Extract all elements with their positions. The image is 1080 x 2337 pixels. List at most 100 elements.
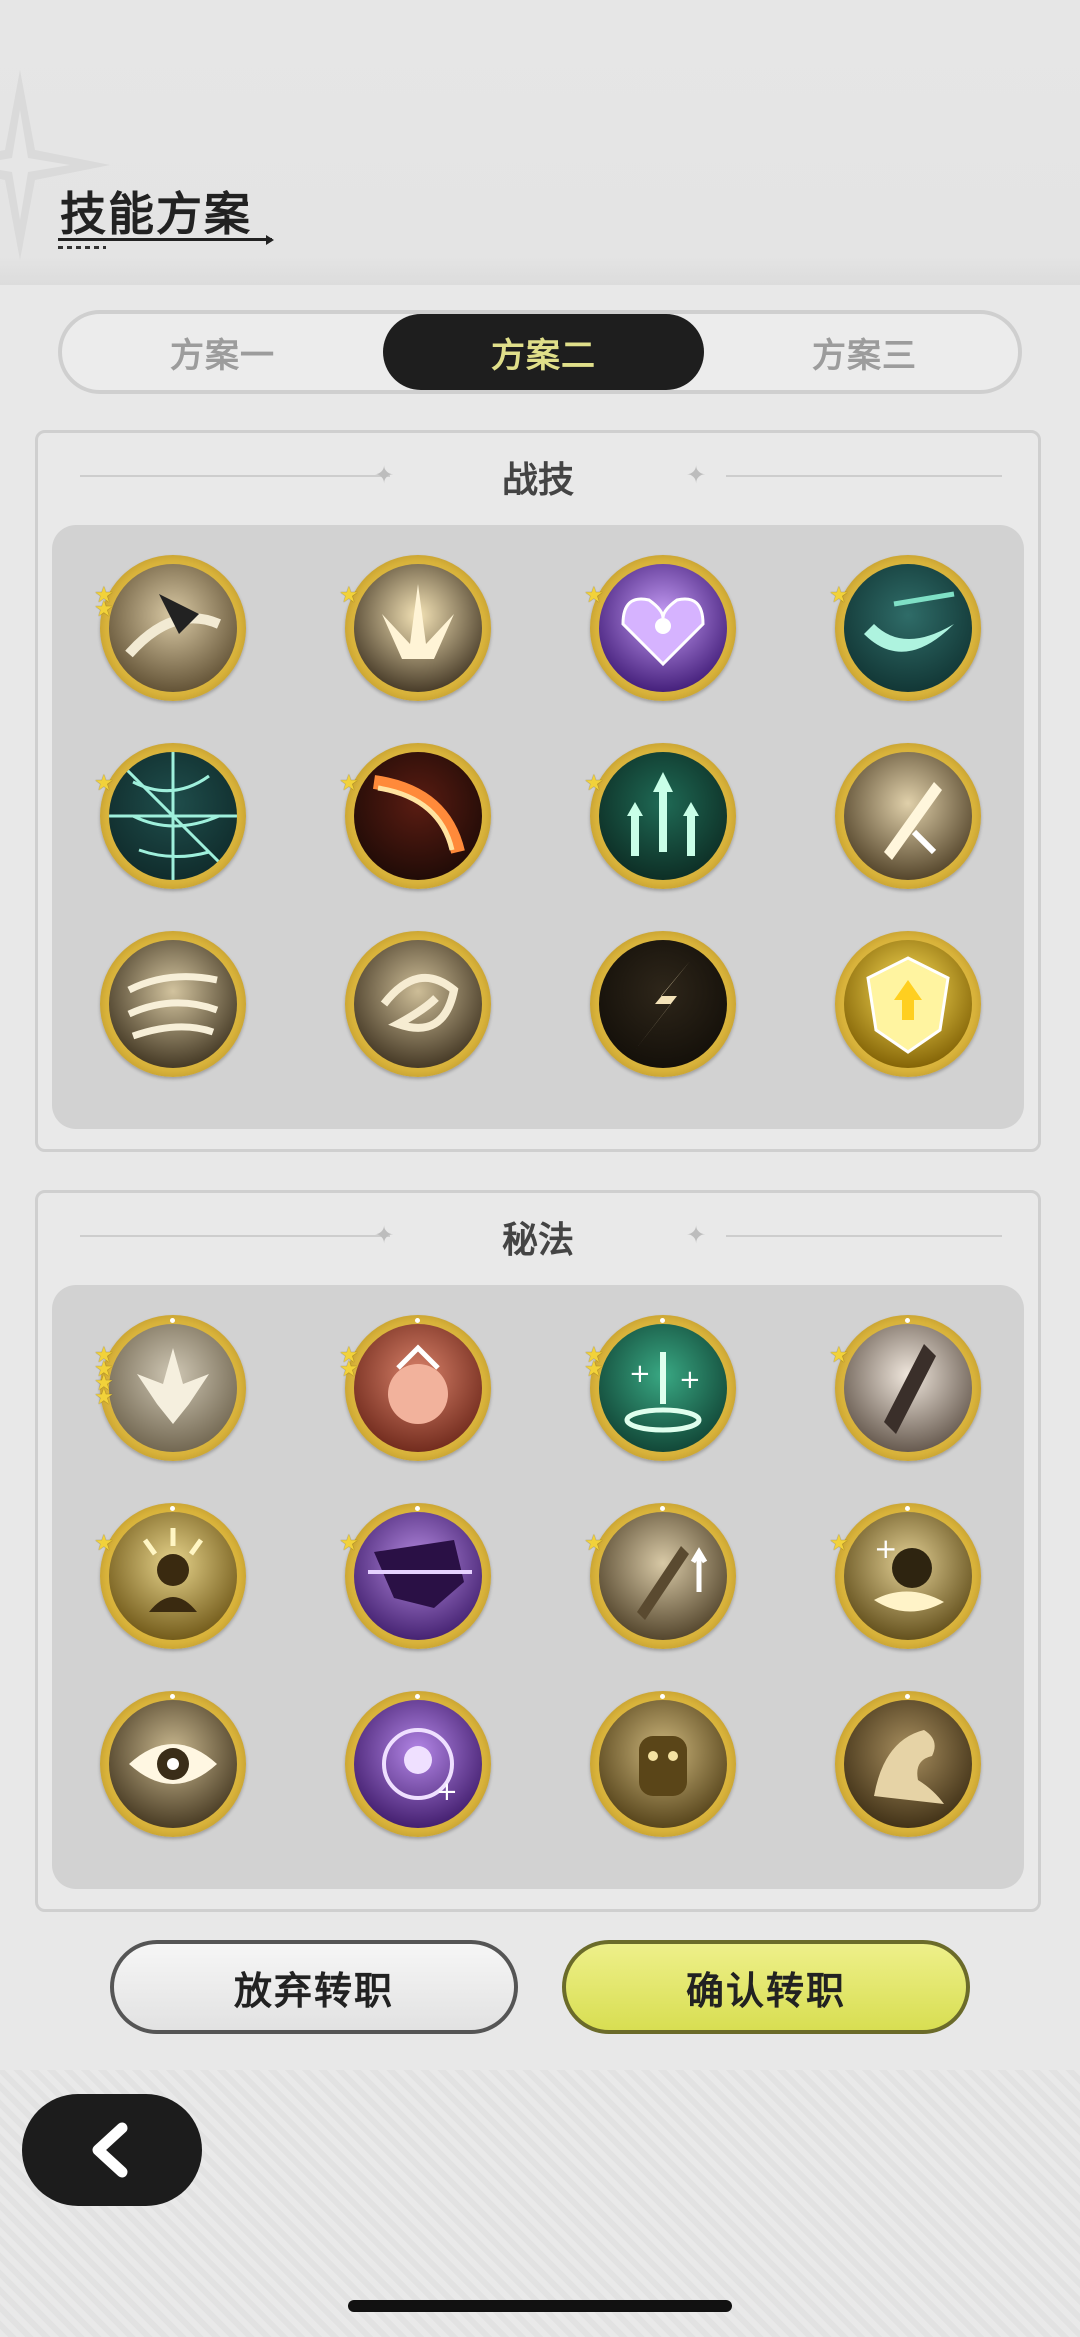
combat-skill-slot[interactable]: ★ bbox=[584, 743, 736, 889]
secret-arts-title: 秘法 bbox=[501, 1220, 574, 1261]
star-rating: ★ bbox=[94, 771, 114, 796]
star-rating: ★ bbox=[339, 771, 359, 796]
slot-marker bbox=[905, 1318, 910, 1323]
star-rating: ★ ★ bbox=[339, 1345, 359, 1382]
sword-strike-icon bbox=[844, 752, 972, 880]
ground-burst-icon bbox=[354, 564, 482, 692]
slot-marker bbox=[660, 1318, 665, 1323]
secret-skill-slot[interactable] bbox=[590, 1691, 736, 1837]
page-title: 技能方案 bbox=[60, 187, 252, 241]
eye-icon bbox=[109, 1700, 237, 1828]
combat-skill-slot[interactable] bbox=[835, 931, 981, 1077]
slot-marker bbox=[170, 1694, 175, 1699]
secret-arts-grid: ★ ★ ★ ★ ★ ★ + + ★ ★ ★ ★ ★ ★ + ★ + bbox=[52, 1285, 1024, 1889]
combat-skills-grid: ★ ★ ★ ★ ★ ★ ★ ★ bbox=[52, 525, 1024, 1129]
title-underline bbox=[58, 238, 272, 241]
red-creature-icon bbox=[354, 1324, 482, 1452]
combat-skills-panel: ✦ 战技 ✦ ★ ★ ★ ★ ★ ★ ★ ★ bbox=[35, 430, 1041, 1152]
chevron-left-icon bbox=[92, 2122, 128, 2178]
star-rating: ★ bbox=[94, 1531, 114, 1556]
tab-plan-1[interactable]: 方案一 bbox=[62, 314, 383, 390]
whirlwind-icon bbox=[354, 940, 482, 1068]
heal-guard-icon: + bbox=[844, 1512, 972, 1640]
star-rating: ★ bbox=[584, 1533, 604, 1555]
title-dots bbox=[58, 246, 106, 249]
secret-skill-slot[interactable]: ★ ★ ★ ★ bbox=[94, 1315, 246, 1461]
abandon-transfer-button[interactable]: 放弃转职 bbox=[110, 1940, 518, 2034]
star-icon: ★ bbox=[584, 583, 604, 608]
teal-crescent-icon bbox=[844, 564, 972, 692]
slot-marker bbox=[170, 1318, 175, 1323]
golden-figure-icon bbox=[109, 1512, 237, 1640]
combat-skill-slot[interactable] bbox=[835, 743, 981, 889]
back-button[interactable] bbox=[22, 2094, 202, 2206]
secret-skill-slot[interactable]: ★ ★ bbox=[339, 1315, 491, 1461]
star-rating: ★ bbox=[339, 1533, 359, 1555]
lightning-slash-icon bbox=[599, 940, 727, 1068]
slot-marker bbox=[905, 1694, 910, 1699]
combat-skill-slot[interactable] bbox=[100, 931, 246, 1077]
green-arrows-icon bbox=[599, 752, 727, 880]
star-rating: ★ ★ ★ ★ bbox=[94, 1345, 114, 1410]
star-icon: ★ bbox=[94, 771, 114, 796]
star-icon: ★ bbox=[829, 583, 849, 608]
secret-skill-slot[interactable]: + + ★ ★ bbox=[584, 1315, 736, 1461]
home-indicator bbox=[348, 2300, 732, 2312]
panel-header: ✦ 秘法 ✦ bbox=[38, 1193, 1038, 1283]
star-icon: ★ bbox=[339, 1357, 359, 1382]
combat-skill-slot[interactable]: ★ ★ bbox=[94, 555, 246, 701]
star-rating: ★ bbox=[829, 1343, 849, 1368]
star-icon: ★ bbox=[829, 1343, 849, 1368]
svg-text:+: + bbox=[436, 1777, 458, 1807]
combat-skills-title: 战技 bbox=[501, 460, 574, 501]
slot-marker bbox=[415, 1506, 420, 1511]
star-icon: ★ bbox=[339, 583, 359, 608]
slot-marker bbox=[170, 1506, 175, 1511]
star-icon: ★ bbox=[94, 1385, 114, 1410]
secret-skill-slot[interactable] bbox=[100, 1691, 246, 1837]
plan-tabs: 方案一 方案二 方案三 bbox=[58, 310, 1022, 394]
tab-plan-3[interactable]: 方案三 bbox=[704, 314, 1025, 390]
star-rating: ★ ★ bbox=[94, 585, 114, 622]
star-rating: ★ bbox=[829, 583, 849, 608]
secret-skill-slot[interactable]: + ★ bbox=[829, 1503, 981, 1649]
secret-skill-slot[interactable]: ★ bbox=[94, 1503, 246, 1649]
fire-slash-icon bbox=[354, 752, 482, 880]
svg-text:+: + bbox=[629, 1359, 651, 1389]
secret-skill-slot[interactable]: ★ bbox=[829, 1315, 981, 1461]
star-icon: ★ bbox=[584, 771, 604, 796]
star-rating: ★ bbox=[829, 1531, 849, 1556]
star-icon: ★ bbox=[584, 1357, 604, 1382]
star-icon: ★ bbox=[94, 597, 114, 622]
star-icon: ★ bbox=[339, 771, 359, 796]
leaf-emblem-icon bbox=[109, 1324, 237, 1452]
secret-skill-slot[interactable]: ★ bbox=[584, 1503, 736, 1649]
purple-orb-icon: + bbox=[354, 1700, 482, 1828]
secret-skill-slot[interactable]: ★ bbox=[339, 1503, 491, 1649]
title-arrow bbox=[266, 235, 274, 245]
star-rating: ★ bbox=[584, 583, 604, 608]
panel-header: ✦ 战技 ✦ bbox=[38, 433, 1038, 523]
combat-skill-slot[interactable]: ★ bbox=[829, 555, 981, 701]
tab-plan-2[interactable]: 方案二 bbox=[383, 314, 704, 390]
secret-skill-slot[interactable] bbox=[835, 1691, 981, 1837]
star-rating: ★ bbox=[584, 771, 604, 796]
combat-skill-slot[interactable] bbox=[345, 931, 491, 1077]
confirm-transfer-button[interactable]: 确认转职 bbox=[562, 1940, 970, 2034]
combat-skill-slot[interactable]: ★ bbox=[584, 555, 736, 701]
star-icon: ★ bbox=[829, 1531, 849, 1556]
spider-web-icon bbox=[109, 752, 237, 880]
combat-skill-slot[interactable]: ★ bbox=[339, 555, 491, 701]
star-rating: ★ ★ bbox=[584, 1345, 604, 1382]
svg-text:+: + bbox=[874, 1532, 897, 1565]
slot-marker bbox=[905, 1506, 910, 1511]
combat-skill-slot[interactable] bbox=[590, 931, 736, 1077]
combat-skill-slot[interactable]: ★ bbox=[339, 743, 491, 889]
star-icon: ★ bbox=[94, 1531, 114, 1556]
secret-skill-slot[interactable]: + bbox=[345, 1691, 491, 1837]
golden-shield-icon bbox=[844, 940, 972, 1068]
sword-buff-icon bbox=[599, 1512, 727, 1640]
sparkle-icon: ✦ bbox=[686, 1221, 707, 1249]
combat-skill-slot[interactable]: ★ bbox=[94, 743, 246, 889]
heal-ring-icon: + + bbox=[599, 1324, 727, 1452]
